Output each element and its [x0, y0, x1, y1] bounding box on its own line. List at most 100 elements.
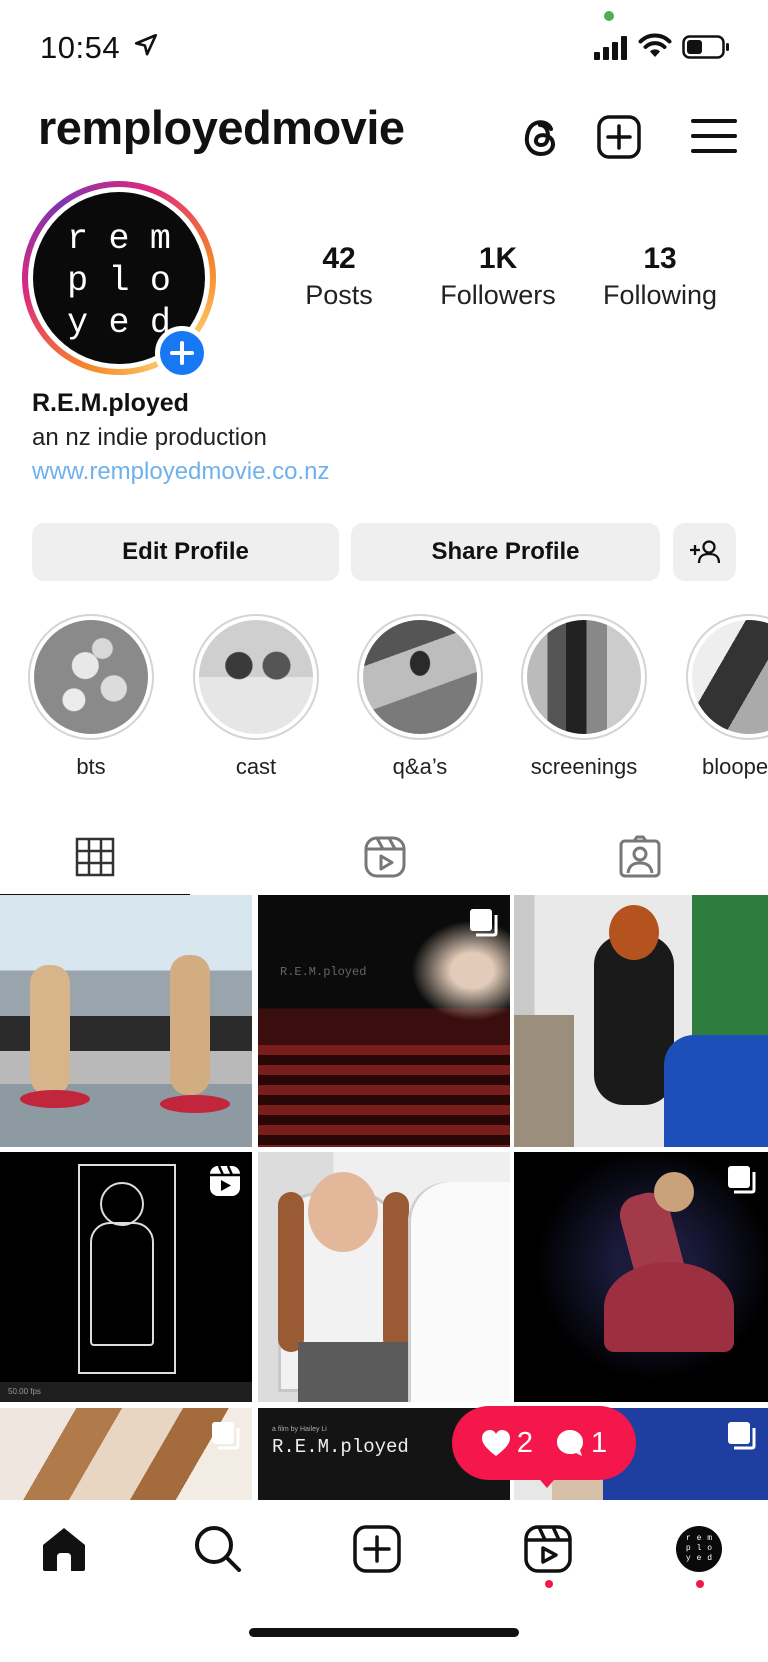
privacy-indicator-dot — [604, 11, 614, 21]
highlight-screenings[interactable]: screenings — [519, 614, 649, 780]
highlight-cover — [34, 620, 148, 734]
highlight-bts[interactable]: bts — [26, 614, 156, 780]
heart-icon — [481, 1430, 510, 1456]
post-figure — [170, 955, 210, 1095]
post-thumbnail[interactable] — [514, 895, 768, 1147]
post-thumbnail[interactable]: R.E.M.ployed — [258, 895, 510, 1147]
stat-followers[interactable]: 1K Followers — [424, 242, 572, 311]
stat-label: Following — [602, 280, 718, 310]
tab-posts-grid[interactable] — [0, 820, 190, 896]
stat-value: 13 — [643, 242, 677, 275]
avatar-letter: l — [696, 1544, 702, 1553]
avatar-letter: r — [685, 1534, 691, 1543]
carousel-icon — [728, 1166, 756, 1194]
tab-tagged[interactable] — [545, 820, 735, 894]
highlight-label: cast — [235, 754, 277, 779]
post-hair — [278, 1192, 304, 1352]
bio-link[interactable]: www.remployedmovie.co.nz — [32, 458, 329, 486]
share-profile-button[interactable]: Share Profile — [351, 523, 660, 581]
post-thumbnail[interactable]: 50.00 fps — [0, 1152, 252, 1402]
profile-avatar-small: r e m p l o y e d — [676, 1526, 722, 1572]
new-post-icon[interactable] — [596, 114, 642, 160]
threads-icon[interactable] — [518, 112, 562, 160]
avatar-letter: o — [149, 261, 171, 301]
highlight-cover — [692, 620, 768, 734]
location-arrow-icon — [134, 33, 158, 56]
nav-create[interactable] — [350, 1522, 404, 1576]
stat-following[interactable]: 13 Following — [592, 242, 728, 311]
reel-badge-icon — [210, 1165, 240, 1196]
highlight-ring — [193, 614, 319, 740]
post-person — [664, 1035, 768, 1147]
post-person — [408, 1182, 510, 1402]
post-editor-bar: 50.00 fps — [0, 1382, 252, 1402]
post-person-head — [308, 1172, 378, 1252]
post-seats — [258, 1045, 510, 1147]
menu-icon[interactable] — [690, 116, 738, 156]
bio-text: an nz indie production — [32, 424, 267, 451]
highlight-label: bts — [76, 754, 106, 779]
highlight-label: bloope — [702, 754, 768, 779]
nav-home[interactable] — [37, 1522, 91, 1576]
post-person-head — [609, 905, 659, 960]
post-small-credit: a film by Hailey Li — [272, 1426, 327, 1433]
nav-search[interactable] — [191, 1522, 245, 1576]
stat-value: 1K — [478, 242, 518, 275]
discover-people-button[interactable] — [673, 523, 736, 581]
comment-icon — [557, 1430, 583, 1456]
post-hair — [383, 1192, 409, 1352]
create-post-icon — [353, 1525, 401, 1573]
stat-label: Posts — [305, 280, 373, 310]
avatar-letter: m — [707, 1534, 713, 1543]
display-name: R.E.M.ployed — [32, 389, 189, 417]
stat-label: Followers — [440, 280, 556, 310]
avatar-letter: l — [108, 261, 130, 301]
reels-icon — [364, 836, 406, 878]
post-line-drawing — [90, 1222, 154, 1346]
home-icon — [43, 1528, 85, 1571]
post-thumbnail[interactable] — [0, 895, 252, 1147]
reels-icon — [524, 1525, 572, 1573]
nav-profile[interactable]: r e m p l o y e d — [672, 1522, 726, 1576]
comments-count-value: 1 — [591, 1426, 608, 1459]
post-thumbnail[interactable] — [258, 1152, 510, 1402]
add-person-icon — [689, 540, 720, 564]
carousel-icon — [470, 909, 498, 937]
highlight-qa[interactable]: q&a’s — [355, 614, 485, 780]
post-line-drawing — [100, 1182, 144, 1226]
home-indicator — [249, 1628, 519, 1637]
likes-count: 2 — [481, 1427, 533, 1460]
profile-username[interactable]: remployedmovie — [38, 100, 405, 155]
highlight-cover — [527, 620, 641, 734]
post-thumbnail[interactable] — [0, 1408, 252, 1500]
highlight-cast[interactable]: cast — [191, 614, 321, 780]
likes-count-value: 2 — [516, 1426, 533, 1459]
post-person — [514, 1015, 574, 1147]
activity-notification-bubble[interactable]: 2 1 — [452, 1406, 636, 1480]
post-thumbnail[interactable] — [514, 1152, 768, 1402]
avatar-letter: m — [149, 219, 171, 259]
tab-reels[interactable] — [290, 820, 480, 894]
stat-posts[interactable]: 42 Posts — [284, 242, 394, 311]
highlight-ring — [686, 614, 768, 740]
battery-icon — [682, 35, 729, 59]
highlight-ring — [357, 614, 483, 740]
nav-reels[interactable] — [521, 1522, 575, 1576]
carousel-icon — [728, 1422, 756, 1450]
highlight-ring — [521, 614, 647, 740]
post-title-card: R.E.M.ployed — [272, 1436, 409, 1458]
highlight-ring — [28, 614, 154, 740]
edit-profile-button[interactable]: Edit Profile — [32, 523, 339, 581]
avatar-letter: y — [67, 303, 89, 343]
highlight-cover — [363, 620, 477, 734]
avatar-letter: p — [685, 1544, 691, 1553]
highlight-bloopers[interactable]: bloope — [684, 614, 768, 780]
wifi-icon — [638, 33, 672, 57]
avatar-letter: e — [108, 303, 130, 343]
avatar-letter: o — [707, 1544, 713, 1553]
avatar-letter: e — [696, 1534, 702, 1543]
avatar-letter: d — [707, 1554, 713, 1563]
add-story-button[interactable] — [155, 326, 209, 380]
post-figure — [30, 965, 70, 1095]
notification-bubble-tail — [535, 1474, 559, 1488]
